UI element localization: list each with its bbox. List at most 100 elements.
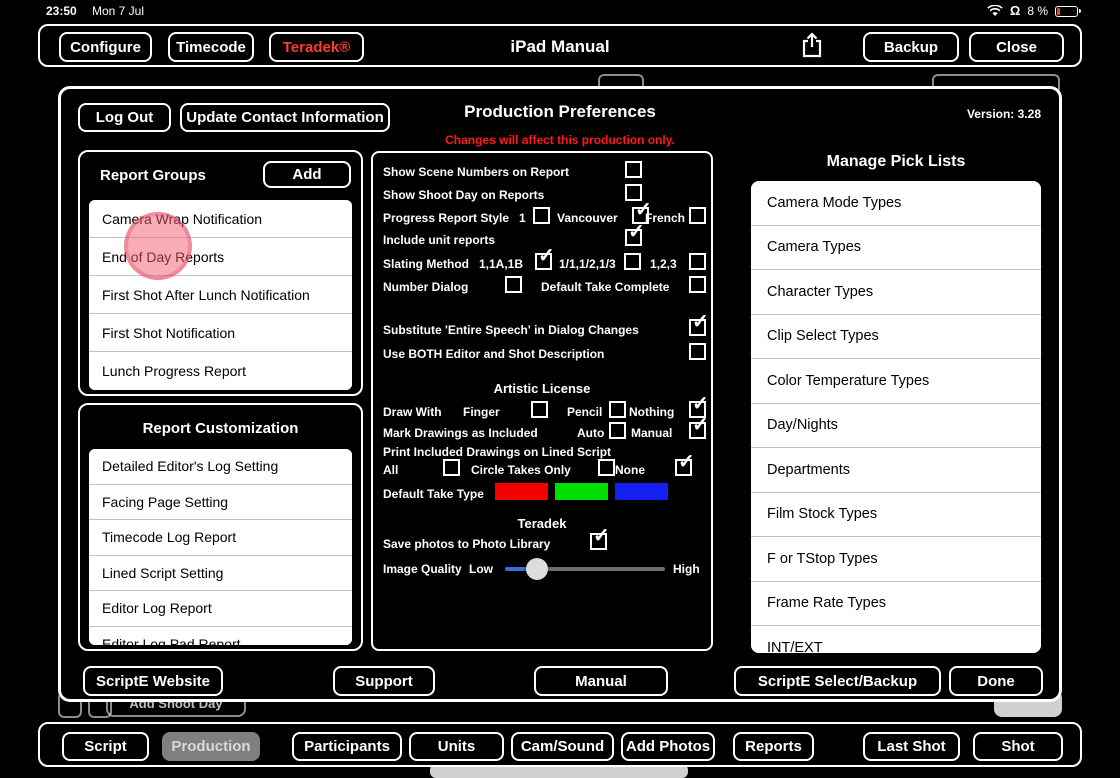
report-group-item[interactable]: Lunch Progress Report [89,352,352,390]
tab-cam-sound[interactable]: Cam/Sound [511,732,614,761]
pick-list-label: INT/EXT [767,640,823,653]
checkbox-auto[interactable] [609,422,626,439]
tab-reports-label: Reports [745,738,802,755]
tab-shot[interactable]: Shot [973,732,1063,761]
pick-list-item[interactable]: Film Stock Types [751,493,1041,538]
option-label-style-1: 1 [519,209,526,227]
pick-list-item[interactable]: Character Types [751,270,1041,315]
checkbox-show-scene[interactable] [625,161,642,178]
report-customization-label: Timecode Log Report [102,529,236,545]
checkbox-save-photos[interactable] [590,533,607,550]
warning-text: Changes will affect this production only… [61,133,1059,147]
checkbox-default-take-complete[interactable] [689,276,706,293]
slider-thumb[interactable] [526,558,548,580]
tab-last-shot[interactable]: Last Shot [863,732,960,761]
pick-list-item[interactable]: Frame Rate Types [751,582,1041,627]
pick-list-item[interactable]: Departments [751,448,1041,493]
image-quality-slider[interactable] [505,558,665,580]
wifi-icon [987,5,1003,17]
pref-label-number-dialog: Number Dialog [383,278,468,296]
pick-list-item[interactable]: Camera Mode Types [751,181,1041,226]
share-button[interactable] [797,30,827,64]
tab-units[interactable]: Units [409,732,504,761]
done-button[interactable]: Done [949,666,1043,696]
pick-list-item[interactable]: Color Temperature Types [751,359,1041,404]
checkbox-include-unit[interactable] [625,229,642,246]
checkbox-manual[interactable] [689,422,706,439]
checkbox-finger[interactable] [531,401,548,418]
checkbox-slate-1[interactable] [535,253,552,270]
backup-label: Backup [884,39,938,56]
report-customization-item[interactable]: Timecode Log Report [89,520,352,556]
take-type-swatch-blue[interactable] [615,483,668,500]
tab-production[interactable]: Production [162,732,260,761]
backup-button[interactable]: Backup [863,32,959,62]
checkbox-number-dialog[interactable] [505,276,522,293]
top-toolbar: Configure Timecode Teradek® iPad Manual … [38,24,1082,67]
report-group-label: Lunch Progress Report [102,363,246,379]
close-button[interactable]: Close [969,32,1064,62]
checkbox-slate-2[interactable] [624,253,641,270]
pick-list-label: Color Temperature Types [767,373,929,389]
checkbox-slate-3[interactable] [689,253,706,270]
checkbox-substitute[interactable] [689,319,706,336]
tab-reports[interactable]: Reports [733,732,814,761]
report-customization-item[interactable]: Lined Script Setting [89,556,352,592]
pick-list-item[interactable]: F or TStop Types [751,537,1041,582]
option-label-nothing: Nothing [629,403,674,421]
report-customization-item[interactable]: Editor Log Report [89,591,352,627]
tab-script-label: Script [84,738,127,755]
add-report-group-button[interactable]: Add [263,161,351,188]
pick-list-item[interactable]: INT/EXT [751,626,1041,653]
tab-participants[interactable]: Participants [292,732,402,761]
tab-units-label: Units [438,738,476,755]
report-group-label: First Shot Notification [102,325,235,341]
checkbox-circle-takes[interactable] [598,459,615,476]
pick-list-item[interactable]: Clip Select Types [751,315,1041,360]
scripte-select-backup-button[interactable]: ScriptE Select/Backup [734,666,941,696]
report-group-label: First Shot After Lunch Notification [102,287,310,303]
scripte-website-button[interactable]: ScriptE Website [83,666,223,696]
image-quality-high-label: High [673,560,700,578]
pick-list-item[interactable]: Camera Types [751,226,1041,271]
pick-list-label: F or TStop Types [767,551,878,567]
checkbox-all[interactable] [443,459,460,476]
report-group-item[interactable]: First Shot Notification [89,314,352,352]
take-type-swatch-green[interactable] [555,483,608,500]
option-label-none: None [615,461,645,479]
report-customization-item[interactable]: Facing Page Setting [89,485,352,521]
checkbox-pencil[interactable] [609,401,626,418]
pick-lists-panel: Camera Mode Types Camera Types Character… [751,181,1041,653]
pref-label-default-take-type: Default Take Type [383,485,484,503]
pref-label-default-take-complete: Default Take Complete [541,278,669,296]
preferences-panel: Show Scene Numbers on Report Show Shoot … [371,151,713,651]
report-customization-item[interactable]: Editor Log Pad Report [89,627,352,646]
checkbox-use-both[interactable] [689,343,706,360]
checkbox-french[interactable] [689,207,706,224]
option-label-vancouver: Vancouver [557,209,618,227]
pref-label-mark-drawings: Mark Drawings as Included [383,424,538,442]
pick-lists-title: Manage Pick Lists [751,153,1041,171]
option-label-slate-2: 1/1,1/2,1/3 [559,255,616,273]
support-button[interactable]: Support [333,666,435,696]
pref-label-image-quality: Image Quality [383,560,462,578]
take-type-swatch-red[interactable] [495,483,548,500]
pick-list-item[interactable]: Day/Nights [751,404,1041,449]
tab-shot-label: Shot [1001,738,1034,755]
checkbox-none[interactable] [675,459,692,476]
report-customization-label: Lined Script Setting [102,565,223,581]
option-label-all: All [383,461,398,479]
report-group-item[interactable]: First Shot After Lunch Notification [89,276,352,314]
checkbox-style-1[interactable] [533,207,550,224]
teradek-section-title: Teradek [373,516,711,531]
tab-script[interactable]: Script [62,732,149,761]
headphones-icon: Ω [1010,4,1020,18]
manual-button[interactable]: Manual [534,666,668,696]
scripte-select-backup-label: ScriptE Select/Backup [758,673,917,690]
tab-last-shot-label: Last Shot [877,738,945,755]
pick-list-label: Camera Mode Types [767,195,901,211]
tab-add-photos[interactable]: Add Photos [621,732,715,761]
pick-list-label: Day/Nights [767,417,838,433]
report-customization-item[interactable]: Detailed Editor's Log Setting [89,449,352,485]
pref-label-substitute: Substitute 'Entire Speech' in Dialog Cha… [383,321,639,339]
